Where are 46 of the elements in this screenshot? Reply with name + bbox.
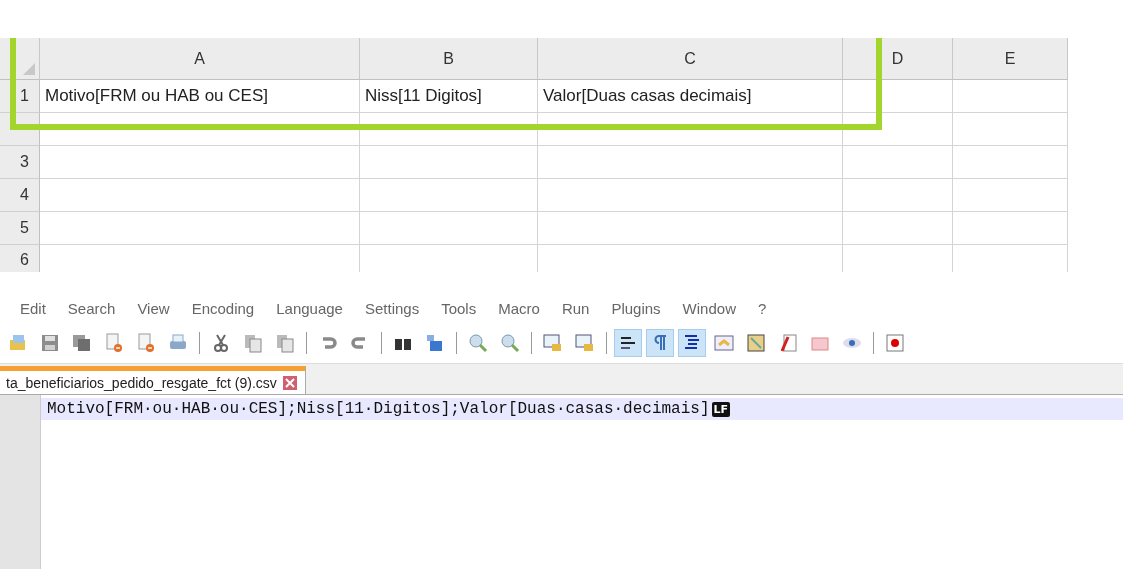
table-cell: Valor[Duas casas decimais]	[538, 80, 843, 113]
copy-icon	[243, 333, 263, 353]
menu-item[interactable]: Search	[67, 300, 116, 317]
paste-icon	[275, 333, 295, 353]
row-header[interactable]: 5	[0, 212, 40, 245]
save-all-icon	[72, 333, 92, 353]
toolbar-button[interactable]	[678, 329, 706, 357]
column-header[interactable]: D	[843, 38, 953, 80]
row-header[interactable]: 6	[0, 245, 40, 272]
close-all-icon	[136, 333, 156, 353]
window-lock-icon	[543, 333, 563, 353]
code-text: Motivo[FRM·ou·HAB·ou·CES];Niss[11·Digitos];Valor[Duas·casas·decimais]	[47, 400, 710, 418]
window-lock-icon	[575, 333, 595, 353]
menu-item[interactable]: ?	[757, 300, 767, 317]
menu-item[interactable]: Edit	[20, 300, 46, 317]
column-header[interactable]: C	[538, 38, 843, 80]
menu-item[interactable]: View	[137, 300, 170, 317]
save-icon	[40, 333, 60, 353]
menu-item[interactable]: Tools	[441, 300, 477, 317]
menu-item[interactable]: Window	[682, 300, 736, 317]
table-cell: Niss[11 Digitos]	[360, 80, 538, 113]
corner-triangle-icon	[23, 63, 35, 75]
column-header[interactable]: B	[360, 38, 538, 80]
column-header[interactable]: E	[953, 38, 1068, 80]
record-icon	[885, 333, 905, 353]
row-header[interactable]: 3	[0, 146, 40, 179]
close-document-icon	[104, 333, 124, 353]
close-icon[interactable]	[282, 375, 297, 390]
toolbar-button[interactable]	[614, 329, 642, 357]
menu-item[interactable]: Plugins	[611, 300, 661, 317]
zoom-out-icon	[500, 333, 520, 353]
cut-icon	[211, 333, 231, 353]
table-cell: Motivo[FRM ou HAB ou CES]	[40, 80, 360, 113]
menu-item[interactable]: Language	[276, 300, 343, 317]
menu-item[interactable]: Encoding	[191, 300, 255, 317]
window-icon	[714, 333, 734, 353]
zoom-in-icon	[468, 333, 488, 353]
menu-item[interactable]: Run	[561, 300, 590, 317]
menu-item[interactable]: Macro	[498, 300, 540, 317]
map-icon	[746, 333, 766, 353]
menu-item[interactable]: Settings	[364, 300, 420, 317]
tab-label: ta_beneficiarios_pedido_resgate_fct (9).csv	[6, 374, 277, 391]
column-header[interactable]: A	[40, 38, 360, 80]
line-ending-badge: LF	[711, 401, 731, 417]
document-tab[interactable]: ta_beneficiarios_pedido_resgate_fct (9).csv	[0, 366, 306, 394]
row-header[interactable]: 4	[0, 179, 40, 212]
